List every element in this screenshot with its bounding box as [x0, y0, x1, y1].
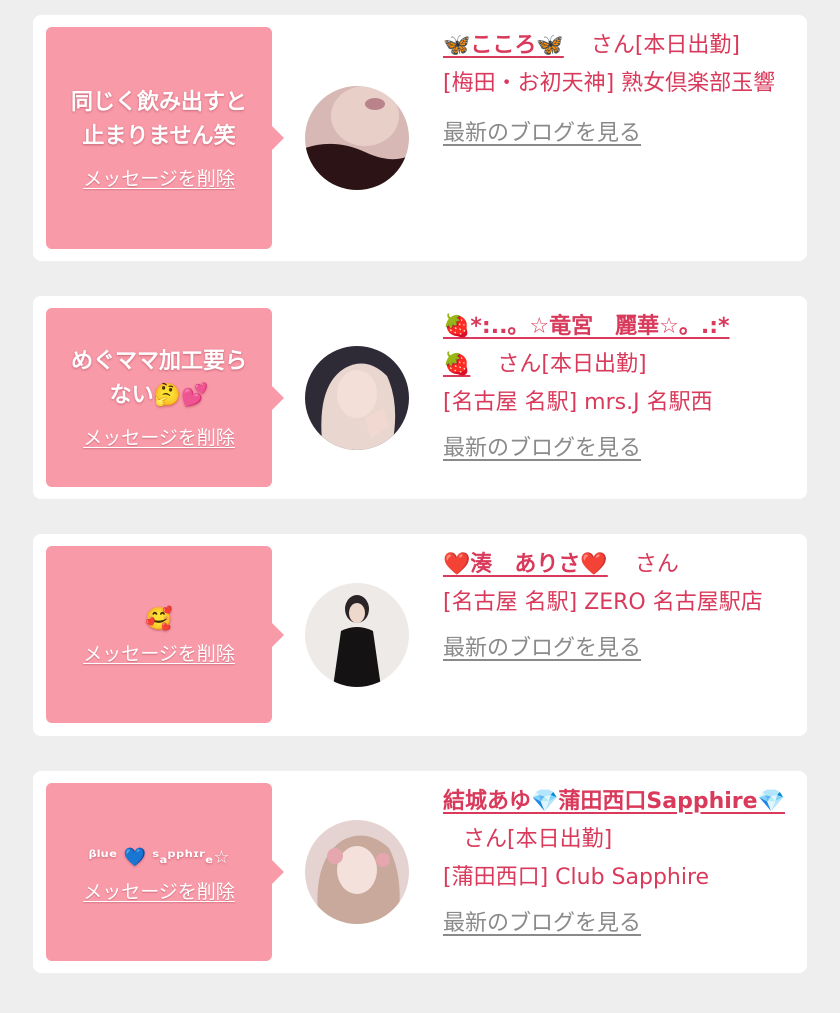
work-status: [本日出勤]: [507, 827, 613, 852]
shop-line: [梅田・お初天神] 熟女倶楽部玉響: [443, 65, 798, 103]
delete-message-link[interactable]: メッセージを削除: [83, 164, 235, 191]
delete-message-link[interactable]: メッセージを削除: [83, 423, 235, 450]
cast-info: 🍓*:..。☆竜宮 麗華☆。.:* 🍓 さん[本日出勤] [名古屋 名駅] mrs…: [443, 308, 798, 468]
work-status: [本日出勤]: [634, 33, 741, 58]
shop-line: [名古屋 名駅] ZERO 名古屋駅店: [443, 584, 798, 622]
cast-info: 🦋こころ🦋 さん[本日出勤] [梅田・お初天神] 熟女倶楽部玉響 最新のブログを…: [443, 27, 798, 153]
latest-blog-link[interactable]: 最新のブログを見る: [443, 430, 798, 468]
work-status: [本日出勤]: [541, 352, 647, 377]
area: [蒲田西口]: [443, 865, 549, 890]
message-bubble: ᵝˡᵘᵉ 💙 ˢₐᵖᵖʰᶦʳₑ☆ メッセージを削除: [46, 783, 284, 961]
area: [名古屋 名駅]: [443, 590, 578, 615]
cast-info: ❤️湊 ありさ❤️ さん [名古屋 名駅] ZERO 名古屋駅店 最新のブログを…: [443, 546, 798, 668]
shop-name: Club Sapphire: [555, 865, 710, 890]
message-bubble: めぐママ加工要ら ない🤔💕 メッセージを削除: [46, 308, 284, 487]
shop-line: [名古屋 名駅] mrs.J 名駅西: [443, 384, 798, 422]
latest-blog-link[interactable]: 最新のブログを見る: [443, 630, 798, 668]
avatar-photo-icon: [305, 583, 409, 687]
latest-blog-link[interactable]: 最新のブログを見る: [443, 905, 798, 943]
shop-name: mrs.J 名駅西: [584, 390, 713, 415]
avatar[interactable]: [305, 86, 409, 190]
message-bubble: 同じく飲み出すと 止まりません笑 メッセージを削除: [46, 27, 284, 249]
avatar-photo-icon: [305, 86, 409, 190]
shop-line: [蒲田西口] Club Sapphire: [443, 859, 798, 897]
cast-name-link[interactable]: 結城あゆ💎蒲田西口Sapphire💎: [443, 789, 785, 814]
area: [梅田・お初天神]: [443, 71, 615, 96]
shop-name: ZERO 名古屋駅店: [584, 590, 763, 615]
honorific: さん: [634, 552, 679, 577]
avatar[interactable]: [305, 583, 409, 687]
area: [名古屋 名駅]: [443, 390, 578, 415]
latest-blog-link[interactable]: 最新のブログを見る: [443, 115, 798, 153]
favorite-card: めぐママ加工要ら ない🤔💕 メッセージを削除 🍓*:..。☆竜宮 麗華☆。.:*…: [33, 296, 807, 499]
message-bubble: 🥰 メッセージを削除: [46, 546, 284, 723]
avatar[interactable]: [305, 820, 409, 924]
delete-message-link[interactable]: メッセージを削除: [83, 639, 235, 666]
cast-info: 結城あゆ💎蒲田西口Sapphire💎 さん[本日出勤] [蒲田西口] Club …: [443, 783, 798, 943]
avatar-photo-icon: [305, 820, 409, 924]
honorific: さん: [497, 352, 542, 377]
honorific: さん: [590, 33, 635, 58]
favorite-card: ᵝˡᵘᵉ 💙 ˢₐᵖᵖʰᶦʳₑ☆ メッセージを削除 結城あゆ💎蒲田西口Sapph…: [33, 771, 807, 973]
shop-name: 熟女倶楽部玉響: [621, 71, 776, 96]
avatar-photo-icon: [305, 346, 409, 450]
message-text: 🥰: [145, 607, 173, 632]
cast-name-link[interactable]: ❤️湊 ありさ❤️: [443, 552, 608, 577]
cast-name-link[interactable]: 🦋こころ🦋: [443, 33, 564, 58]
favorite-card: 同じく飲み出すと 止まりません笑 メッセージを削除 🦋こころ🦋 さん[本日出勤]…: [33, 15, 807, 261]
avatar[interactable]: [305, 346, 409, 450]
message-text: ᵝˡᵘᵉ 💙 ˢₐᵖᵖʰᶦʳₑ☆: [88, 846, 230, 868]
favorite-card: 🥰 メッセージを削除 ❤️湊 ありさ❤️ さん [名古屋 名駅] ZERO 名古…: [33, 534, 807, 736]
delete-message-link[interactable]: メッセージを削除: [83, 877, 235, 904]
message-text: 同じく飲み出すと 止まりません笑: [70, 89, 247, 149]
honorific: さん: [463, 827, 508, 852]
message-text: めぐママ加工要ら ない🤔💕: [70, 349, 247, 408]
